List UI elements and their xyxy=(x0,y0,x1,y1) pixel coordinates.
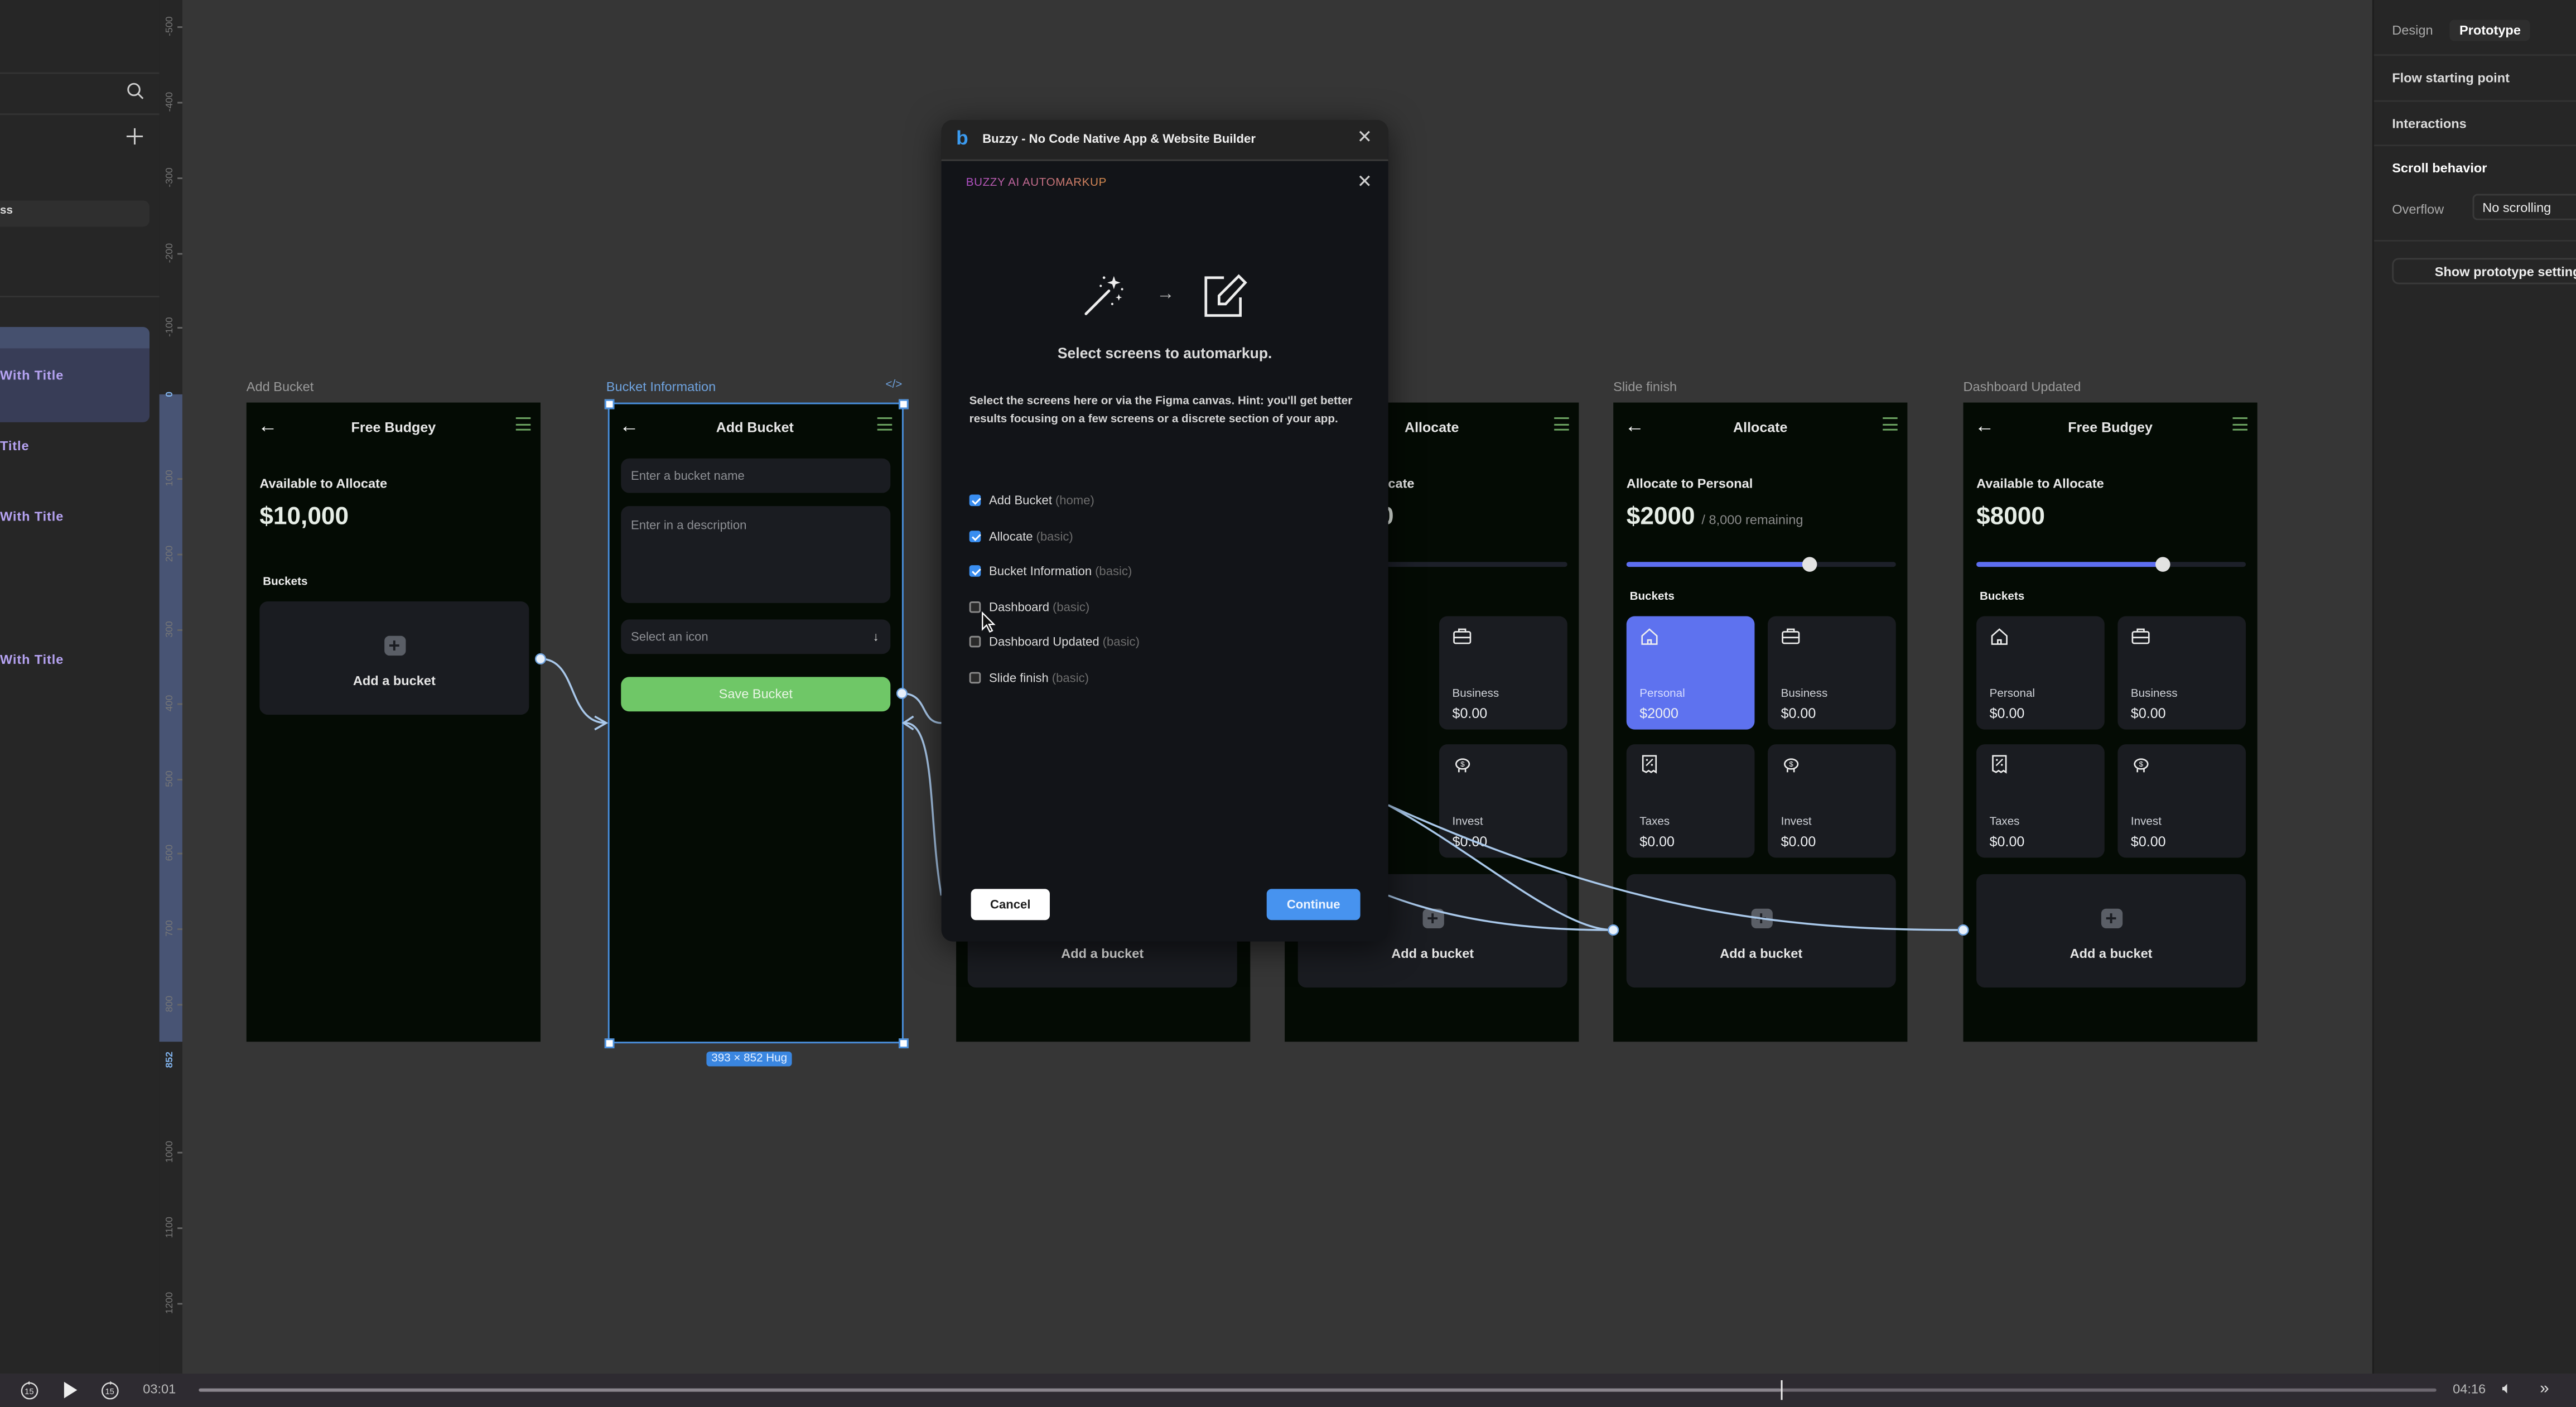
screen-checkbox[interactable] xyxy=(969,601,981,613)
properties-panel: Design Prototype Flow starting point Int… xyxy=(2372,0,2576,1374)
edit-square-icon xyxy=(1204,274,1247,317)
overflow-label: Overflow xyxy=(2392,202,2444,217)
screen-option-tag: (basic) xyxy=(1036,528,1073,543)
play-button[interactable] xyxy=(62,1380,79,1405)
plugin-titlebar[interactable]: b Buzzy - No Code Native App & Website B… xyxy=(941,119,1388,161)
divider xyxy=(2374,100,2576,102)
close-dialog-icon[interactable]: ✕ xyxy=(1357,174,1372,192)
buzzy-logo-icon: b xyxy=(956,126,968,150)
continue-button[interactable]: Continue xyxy=(1266,889,1361,921)
tab-design[interactable]: Design xyxy=(2382,20,2443,41)
interactions-label[interactable]: Interactions xyxy=(2392,117,2467,132)
dialog-hint: Select the screens here or via the Figma… xyxy=(969,396,1353,426)
screen-option-name: Dashboard Updated xyxy=(989,634,1099,650)
screen-checkbox[interactable] xyxy=(969,672,981,684)
screen-option[interactable]: Bucket Information (basic) xyxy=(969,564,1132,579)
screen-option[interactable]: Add Bucket (home) xyxy=(969,493,1094,508)
tab-prototype[interactable]: Prototype xyxy=(2449,20,2531,41)
screen-option-tag: (basic) xyxy=(1102,634,1140,650)
buzzy-plugin-dialog: b Buzzy - No Code Native App & Website B… xyxy=(941,119,1388,942)
connection-save[interactable] xyxy=(901,692,942,724)
divider xyxy=(2374,239,2576,242)
figma-workspace: ss With Title Title With Title With Titl… xyxy=(0,0,2576,1407)
svg-text:15: 15 xyxy=(25,1387,33,1396)
progress-thumb[interactable] xyxy=(1781,1380,1783,1400)
screen-option-name: Slide finish xyxy=(989,670,1049,686)
screen-option-tag: (basic) xyxy=(1052,599,1090,614)
screen-option[interactable]: Allocate (basic) xyxy=(969,528,1073,543)
cancel-button[interactable]: Cancel xyxy=(971,889,1050,921)
screen-option-tag: (basic) xyxy=(1051,670,1089,686)
volume-icon[interactable]: 🔈︎ xyxy=(2502,1380,2512,1400)
mouse-cursor-icon xyxy=(982,611,996,633)
connection-node[interactable] xyxy=(1957,924,1969,936)
connection-node[interactable] xyxy=(1608,924,1619,936)
flow-starting-point-label[interactable]: Flow starting point xyxy=(2392,71,2510,86)
progress-played xyxy=(199,1388,1781,1392)
playback-progress-bar[interactable] xyxy=(199,1380,2437,1400)
screen-option-name: Add Bucket xyxy=(989,493,1052,508)
connection-add-to-info[interactable] xyxy=(540,658,606,724)
magic-wand-icon xyxy=(1084,276,1123,315)
connection-to-dashboard[interactable] xyxy=(1387,804,1964,931)
show-prototype-settings-button[interactable]: Show prototype settings xyxy=(2392,258,2576,285)
connection-node[interactable] xyxy=(896,687,908,699)
divider xyxy=(2374,144,2576,147)
total-time: 04:16 xyxy=(2453,1381,2486,1397)
automarkup-heading: BUZZY AI AUTOMARKUP xyxy=(966,177,1107,189)
fast-forward-icon[interactable]: » xyxy=(2540,1380,2549,1400)
plugin-window-title: Buzzy - No Code Native App & Website Bui… xyxy=(982,131,1256,147)
screen-option-name: Allocate xyxy=(989,528,1033,543)
divider xyxy=(2374,54,2576,56)
screen-checkbox[interactable] xyxy=(969,636,981,648)
current-time: 03:01 xyxy=(143,1381,176,1397)
hero-illustration: → xyxy=(942,273,1388,322)
skip-back-icon[interactable]: 15 xyxy=(20,1380,39,1405)
screen-option-name: Bucket Information xyxy=(989,563,1092,579)
arrow-right-icon: → xyxy=(1156,284,1175,304)
overflow-select[interactable]: No scrolling xyxy=(2472,194,2576,220)
screen-option[interactable]: Dashboard Updated (basic) xyxy=(969,635,1140,650)
dialog-title: Select screens to automarkup. xyxy=(1057,345,1272,362)
screen-checkbox[interactable] xyxy=(969,530,981,542)
screen-option-tag: (basic) xyxy=(1095,563,1132,579)
connection-allocate-slide[interactable] xyxy=(1387,804,1614,931)
screen-option-tag: (home) xyxy=(1055,493,1094,508)
screen-checkbox[interactable] xyxy=(969,565,981,577)
svg-text:15: 15 xyxy=(105,1387,114,1396)
connection-back[interactable] xyxy=(905,722,943,896)
scroll-behavior-label: Scroll behavior xyxy=(2392,161,2487,176)
skip-forward-icon[interactable]: 15 xyxy=(100,1380,120,1405)
connection-node[interactable] xyxy=(534,653,546,665)
close-window-icon[interactable]: ✕ xyxy=(1357,129,1372,148)
screen-checkbox[interactable] xyxy=(969,494,981,507)
screen-option-name: Dashboard xyxy=(989,599,1050,614)
video-player-controls: 15 15 03:01 04:16 🔈︎ » xyxy=(0,1374,2576,1407)
screen-option[interactable]: Slide finish (basic) xyxy=(969,670,1089,686)
connection-allocate-slide-2[interactable] xyxy=(1388,894,1614,931)
